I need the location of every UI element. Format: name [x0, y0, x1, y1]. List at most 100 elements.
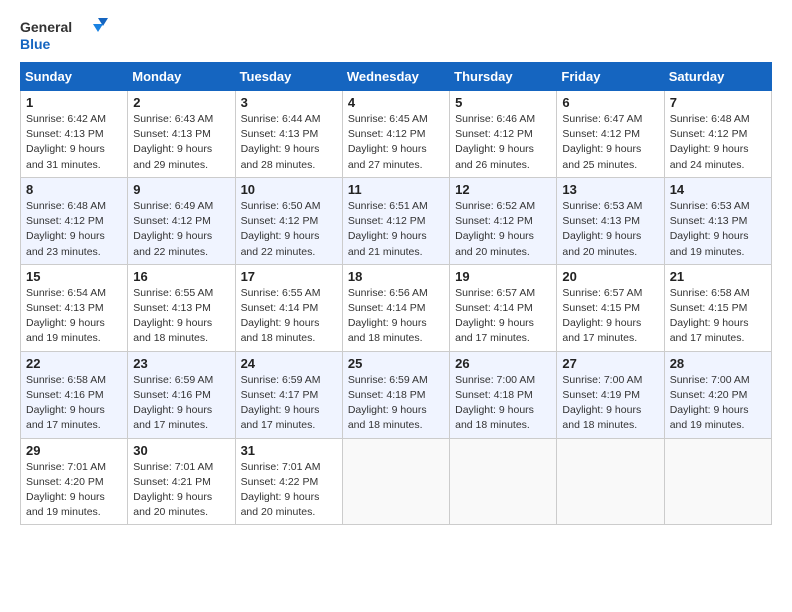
- calendar-cell: 4 Sunrise: 6:45 AMSunset: 4:12 PMDayligh…: [342, 91, 449, 178]
- day-info: Sunrise: 7:00 AMSunset: 4:20 PMDaylight:…: [670, 374, 750, 432]
- day-number: 5: [455, 95, 551, 110]
- day-number: 25: [348, 356, 444, 371]
- day-info: Sunrise: 6:48 AMSunset: 4:12 PMDaylight:…: [26, 200, 106, 258]
- calendar-cell: 2 Sunrise: 6:43 AMSunset: 4:13 PMDayligh…: [128, 91, 235, 178]
- calendar-cell: 31 Sunrise: 7:01 AMSunset: 4:22 PMDaylig…: [235, 438, 342, 525]
- calendar-cell: 10 Sunrise: 6:50 AMSunset: 4:12 PMDaylig…: [235, 177, 342, 264]
- calendar-cell: 14 Sunrise: 6:53 AMSunset: 4:13 PMDaylig…: [664, 177, 771, 264]
- weekday-header-saturday: Saturday: [664, 63, 771, 91]
- day-info: Sunrise: 7:01 AMSunset: 4:20 PMDaylight:…: [26, 461, 106, 519]
- week-row-5: 29 Sunrise: 7:01 AMSunset: 4:20 PMDaylig…: [21, 438, 772, 525]
- day-number: 28: [670, 356, 766, 371]
- day-info: Sunrise: 6:45 AMSunset: 4:12 PMDaylight:…: [348, 113, 428, 171]
- weekday-header-row: SundayMondayTuesdayWednesdayThursdayFrid…: [21, 63, 772, 91]
- day-number: 29: [26, 443, 122, 458]
- day-number: 12: [455, 182, 551, 197]
- calendar-cell: 18 Sunrise: 6:56 AMSunset: 4:14 PMDaylig…: [342, 264, 449, 351]
- calendar-cell: 5 Sunrise: 6:46 AMSunset: 4:12 PMDayligh…: [450, 91, 557, 178]
- day-number: 1: [26, 95, 122, 110]
- day-info: Sunrise: 6:57 AMSunset: 4:14 PMDaylight:…: [455, 287, 535, 345]
- svg-text:General: General: [20, 19, 72, 35]
- day-number: 30: [133, 443, 229, 458]
- calendar-cell: 17 Sunrise: 6:55 AMSunset: 4:14 PMDaylig…: [235, 264, 342, 351]
- calendar-cell: 30 Sunrise: 7:01 AMSunset: 4:21 PMDaylig…: [128, 438, 235, 525]
- day-number: 23: [133, 356, 229, 371]
- day-number: 19: [455, 269, 551, 284]
- calendar-cell: 13 Sunrise: 6:53 AMSunset: 4:13 PMDaylig…: [557, 177, 664, 264]
- day-number: 16: [133, 269, 229, 284]
- day-info: Sunrise: 6:44 AMSunset: 4:13 PMDaylight:…: [241, 113, 321, 171]
- day-info: Sunrise: 6:55 AMSunset: 4:13 PMDaylight:…: [133, 287, 213, 345]
- calendar-cell: 8 Sunrise: 6:48 AMSunset: 4:12 PMDayligh…: [21, 177, 128, 264]
- calendar-cell: 15 Sunrise: 6:54 AMSunset: 4:13 PMDaylig…: [21, 264, 128, 351]
- calendar: SundayMondayTuesdayWednesdayThursdayFrid…: [20, 62, 772, 525]
- day-number: 21: [670, 269, 766, 284]
- day-number: 22: [26, 356, 122, 371]
- week-row-4: 22 Sunrise: 6:58 AMSunset: 4:16 PMDaylig…: [21, 351, 772, 438]
- day-info: Sunrise: 6:59 AMSunset: 4:17 PMDaylight:…: [241, 374, 321, 432]
- day-info: Sunrise: 6:58 AMSunset: 4:16 PMDaylight:…: [26, 374, 106, 432]
- calendar-cell: 7 Sunrise: 6:48 AMSunset: 4:12 PMDayligh…: [664, 91, 771, 178]
- day-number: 15: [26, 269, 122, 284]
- day-info: Sunrise: 6:49 AMSunset: 4:12 PMDaylight:…: [133, 200, 213, 258]
- logo-icon: General Blue: [20, 16, 110, 54]
- weekday-header-thursday: Thursday: [450, 63, 557, 91]
- calendar-cell: 19 Sunrise: 6:57 AMSunset: 4:14 PMDaylig…: [450, 264, 557, 351]
- weekday-header-tuesday: Tuesday: [235, 63, 342, 91]
- day-number: 9: [133, 182, 229, 197]
- calendar-cell: 1 Sunrise: 6:42 AMSunset: 4:13 PMDayligh…: [21, 91, 128, 178]
- header: General Blue: [20, 16, 772, 54]
- day-info: Sunrise: 6:53 AMSunset: 4:13 PMDaylight:…: [562, 200, 642, 258]
- day-number: 24: [241, 356, 337, 371]
- week-row-3: 15 Sunrise: 6:54 AMSunset: 4:13 PMDaylig…: [21, 264, 772, 351]
- day-info: Sunrise: 6:42 AMSunset: 4:13 PMDaylight:…: [26, 113, 106, 171]
- day-info: Sunrise: 7:01 AMSunset: 4:21 PMDaylight:…: [133, 461, 213, 519]
- day-info: Sunrise: 6:51 AMSunset: 4:12 PMDaylight:…: [348, 200, 428, 258]
- calendar-cell: 26 Sunrise: 7:00 AMSunset: 4:18 PMDaylig…: [450, 351, 557, 438]
- day-info: Sunrise: 6:46 AMSunset: 4:12 PMDaylight:…: [455, 113, 535, 171]
- day-number: 8: [26, 182, 122, 197]
- calendar-cell: 21 Sunrise: 6:58 AMSunset: 4:15 PMDaylig…: [664, 264, 771, 351]
- day-info: Sunrise: 6:48 AMSunset: 4:12 PMDaylight:…: [670, 113, 750, 171]
- day-number: 4: [348, 95, 444, 110]
- day-info: Sunrise: 6:53 AMSunset: 4:13 PMDaylight:…: [670, 200, 750, 258]
- day-info: Sunrise: 6:57 AMSunset: 4:15 PMDaylight:…: [562, 287, 642, 345]
- logo: General Blue: [20, 16, 110, 54]
- calendar-cell: 29 Sunrise: 7:01 AMSunset: 4:20 PMDaylig…: [21, 438, 128, 525]
- calendar-cell: [450, 438, 557, 525]
- day-info: Sunrise: 6:43 AMSunset: 4:13 PMDaylight:…: [133, 113, 213, 171]
- day-info: Sunrise: 6:54 AMSunset: 4:13 PMDaylight:…: [26, 287, 106, 345]
- day-number: 20: [562, 269, 658, 284]
- calendar-cell: 12 Sunrise: 6:52 AMSunset: 4:12 PMDaylig…: [450, 177, 557, 264]
- calendar-cell: [664, 438, 771, 525]
- day-info: Sunrise: 6:52 AMSunset: 4:12 PMDaylight:…: [455, 200, 535, 258]
- calendar-cell: 11 Sunrise: 6:51 AMSunset: 4:12 PMDaylig…: [342, 177, 449, 264]
- day-info: Sunrise: 6:59 AMSunset: 4:18 PMDaylight:…: [348, 374, 428, 432]
- calendar-cell: 6 Sunrise: 6:47 AMSunset: 4:12 PMDayligh…: [557, 91, 664, 178]
- day-number: 18: [348, 269, 444, 284]
- day-number: 11: [348, 182, 444, 197]
- day-info: Sunrise: 6:50 AMSunset: 4:12 PMDaylight:…: [241, 200, 321, 258]
- day-number: 7: [670, 95, 766, 110]
- day-info: Sunrise: 7:00 AMSunset: 4:18 PMDaylight:…: [455, 374, 535, 432]
- day-number: 27: [562, 356, 658, 371]
- calendar-cell: [557, 438, 664, 525]
- day-info: Sunrise: 6:56 AMSunset: 4:14 PMDaylight:…: [348, 287, 428, 345]
- day-info: Sunrise: 6:55 AMSunset: 4:14 PMDaylight:…: [241, 287, 321, 345]
- calendar-cell: 16 Sunrise: 6:55 AMSunset: 4:13 PMDaylig…: [128, 264, 235, 351]
- calendar-cell: 3 Sunrise: 6:44 AMSunset: 4:13 PMDayligh…: [235, 91, 342, 178]
- weekday-header-sunday: Sunday: [21, 63, 128, 91]
- day-number: 17: [241, 269, 337, 284]
- calendar-cell: 25 Sunrise: 6:59 AMSunset: 4:18 PMDaylig…: [342, 351, 449, 438]
- day-info: Sunrise: 6:47 AMSunset: 4:12 PMDaylight:…: [562, 113, 642, 171]
- day-number: 14: [670, 182, 766, 197]
- weekday-header-friday: Friday: [557, 63, 664, 91]
- day-number: 3: [241, 95, 337, 110]
- calendar-cell: 22 Sunrise: 6:58 AMSunset: 4:16 PMDaylig…: [21, 351, 128, 438]
- calendar-cell: 27 Sunrise: 7:00 AMSunset: 4:19 PMDaylig…: [557, 351, 664, 438]
- weekday-header-monday: Monday: [128, 63, 235, 91]
- day-info: Sunrise: 7:01 AMSunset: 4:22 PMDaylight:…: [241, 461, 321, 519]
- day-number: 13: [562, 182, 658, 197]
- day-info: Sunrise: 7:00 AMSunset: 4:19 PMDaylight:…: [562, 374, 642, 432]
- calendar-cell: [342, 438, 449, 525]
